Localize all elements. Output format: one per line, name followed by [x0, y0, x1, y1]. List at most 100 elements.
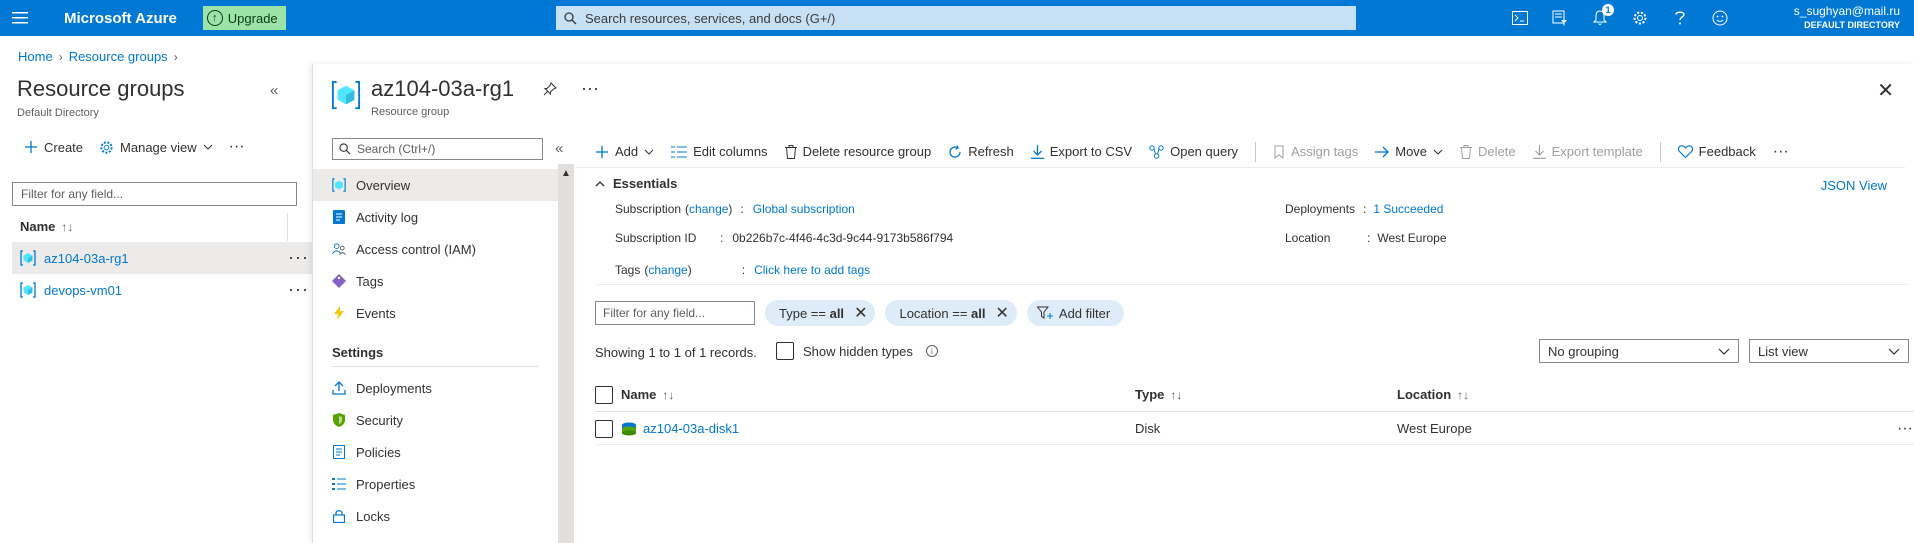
collapse-menu-icon[interactable]: « [555, 140, 563, 157]
export-csv-button[interactable]: Export to CSV [1030, 144, 1132, 159]
resource-group-link[interactable]: devops-vm01 [44, 283, 122, 298]
blade-header: az104-03a-rg1 Resource group [331, 76, 514, 118]
menu-item-tags[interactable]: Tags [313, 265, 558, 297]
type-column-header[interactable]: Type ↑↓ [1135, 378, 1182, 411]
show-hidden-types[interactable]: Show hidden types i [776, 342, 938, 360]
row-more-icon[interactable]: ··· [288, 248, 309, 266]
view-dropdown[interactable]: List view [1749, 339, 1909, 363]
export-template-button[interactable]: Export template [1532, 144, 1643, 159]
delete-button[interactable]: Delete [1460, 144, 1516, 159]
trash-icon [784, 144, 797, 159]
manage-view-button[interactable]: Manage view [99, 140, 213, 155]
feedback-button[interactable]: Feedback [1677, 144, 1756, 159]
bell-icon[interactable]: 1 [1580, 0, 1620, 36]
tag-outline-icon [1274, 145, 1284, 159]
menu-item-events[interactable]: Events [313, 297, 558, 329]
chevron-down-icon [1888, 348, 1900, 355]
user-directory: DEFAULT DIRECTORY [1804, 20, 1900, 30]
select-all-checkbox[interactable] [595, 385, 613, 404]
menu-item-iam[interactable]: Access control (IAM) [313, 233, 558, 265]
add-button[interactable]: Add [595, 144, 654, 159]
directory-filter-icon[interactable] [1540, 0, 1580, 36]
resource-filter-input[interactable] [595, 301, 755, 325]
feedback-smiley-icon[interactable] [1700, 0, 1740, 36]
deployments-value-link[interactable]: 1 Succeeded [1373, 202, 1443, 216]
name-column-header[interactable]: Name ↑↓ [12, 209, 312, 245]
row-more-icon[interactable]: ··· [1897, 413, 1913, 444]
gear-icon[interactable] [1620, 0, 1660, 36]
menu-item-policies[interactable]: Policies [313, 436, 558, 468]
add-tags-link[interactable]: Click here to add tags [754, 263, 870, 277]
info-icon[interactable]: i [925, 345, 938, 357]
change-subscription-link[interactable]: change [689, 202, 728, 216]
show-hidden-checkbox[interactable] [776, 342, 794, 360]
remove-filter-icon[interactable]: ✕ [854, 303, 867, 323]
create-button[interactable]: Create [24, 140, 83, 155]
help-icon[interactable] [1660, 0, 1700, 36]
top-bar: Microsoft Azure ↑ Upgrade 1 s_sughyan@ma… [0, 0, 1914, 36]
resource-group-icon [332, 178, 346, 192]
properties-icon [332, 477, 346, 491]
json-view-link[interactable]: JSON View [1821, 178, 1887, 193]
menu-item-security[interactable]: Security [313, 404, 558, 436]
add-filter-button[interactable]: Add filter [1026, 300, 1125, 326]
chevron-down-icon [644, 149, 654, 155]
location-filter-pill[interactable]: Location == all ✕ [885, 300, 1017, 326]
row-checkbox[interactable] [595, 419, 613, 438]
global-search-input[interactable] [585, 10, 1345, 26]
hamburger-menu-icon[interactable] [0, 0, 40, 36]
change-tags-link[interactable]: change [648, 263, 687, 277]
refresh-button[interactable]: Refresh [948, 144, 1014, 159]
page-title: Resource groups [17, 76, 185, 101]
menu-item-label: Security [356, 412, 403, 428]
menu-item-properties[interactable]: Properties [313, 468, 558, 500]
menu-item-activity-log[interactable]: Activity log [313, 201, 558, 233]
more-options-icon[interactable]: ··· [229, 138, 245, 156]
table-row[interactable]: az104-03a-disk1 Disk West Europe ··· [595, 413, 1914, 445]
type-filter-pill[interactable]: Type == all ✕ [765, 300, 876, 326]
move-button[interactable]: Move [1375, 144, 1443, 159]
more-commands-icon[interactable]: ··· [1773, 143, 1789, 161]
delete-resource-group-button[interactable]: Delete resource group [784, 144, 931, 159]
pin-icon[interactable] [543, 82, 557, 96]
resource-group-link[interactable]: az104-03a-rg1 [44, 251, 129, 266]
scroll-up-icon[interactable]: ▲ [561, 168, 571, 179]
list-item[interactable]: az104-03a-rg1 ··· [12, 242, 312, 274]
menu-item-locks[interactable]: Locks [313, 500, 558, 532]
remove-filter-icon[interactable]: ✕ [996, 303, 1009, 323]
menu-scrollbar[interactable]: ▲ [558, 164, 574, 543]
menu-item-overview[interactable]: Overview [313, 169, 558, 201]
resource-name-link[interactable]: az104-03a-disk1 [643, 421, 739, 436]
name-column-header[interactable]: Name ↑↓ [621, 378, 674, 411]
tags-label: Tags [615, 263, 641, 277]
left-filter-input[interactable] [12, 182, 297, 206]
subscription-field: Subscription (change) : Global subscript… [615, 202, 855, 216]
location-filter-label: Location == [899, 305, 972, 321]
account-menu[interactable]: s_sughyan@mail.ru DEFAULT DIRECTORY [1794, 4, 1900, 30]
collapse-pane-icon[interactable]: « [270, 82, 278, 99]
row-more-icon[interactable]: ··· [288, 280, 309, 298]
resource-group-icon [331, 80, 361, 110]
type-filter-value: all [829, 305, 845, 321]
open-query-button[interactable]: Open query [1149, 144, 1238, 159]
cloud-shell-icon[interactable] [1500, 0, 1540, 36]
menu-search-input[interactable] [357, 142, 537, 156]
download-icon [1030, 144, 1044, 159]
location-column-header[interactable]: Location ↑↓ [1397, 378, 1469, 411]
brand-title[interactable]: Microsoft Azure [64, 10, 177, 27]
global-search[interactable] [556, 6, 1356, 30]
edit-columns-button[interactable]: Edit columns [671, 144, 768, 159]
grouping-dropdown[interactable]: No grouping [1539, 339, 1739, 363]
menu-item-deployments[interactable]: Deployments [313, 372, 558, 404]
deployments-label: Deployments [1285, 202, 1356, 216]
essentials-toggle[interactable]: Essentials [595, 176, 677, 191]
assign-tags-button[interactable]: Assign tags [1273, 144, 1358, 159]
subscription-value-link[interactable]: Global subscription [753, 202, 855, 216]
breadcrumb-resource-groups[interactable]: Resource groups [69, 49, 168, 64]
resource-groups-pane: Resource groups Default Directory « Crea… [0, 72, 312, 543]
list-item[interactable]: devops-vm01 ··· [12, 274, 312, 306]
move-label: Move [1395, 144, 1428, 159]
breadcrumb-home[interactable]: Home [18, 49, 53, 64]
upgrade-button[interactable]: ↑ Upgrade [202, 6, 286, 30]
menu-search[interactable] [332, 138, 543, 160]
